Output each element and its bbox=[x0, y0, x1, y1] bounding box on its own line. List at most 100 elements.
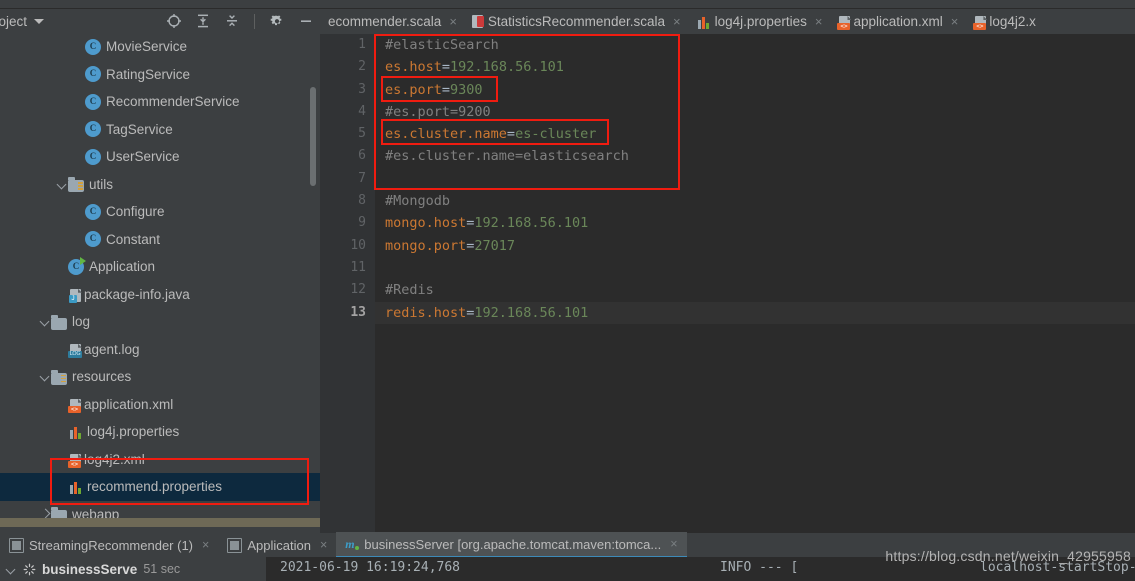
minimize-icon[interactable] bbox=[298, 13, 314, 29]
run-tab-label: StreamingRecommender (1) bbox=[29, 537, 194, 553]
console-line-2-left: 2021-06-19 16:19:24,768 bbox=[280, 560, 461, 575]
code-line[interactable] bbox=[375, 168, 1135, 190]
run-config-icon bbox=[9, 537, 24, 553]
chevron-down-icon[interactable] bbox=[40, 371, 51, 382]
close-icon[interactable]: × bbox=[449, 14, 457, 29]
run-process-tree[interactable]: businessServe 51 sec bbox=[0, 557, 266, 581]
tree-row[interactable]: utils bbox=[0, 171, 320, 199]
code-line[interactable]: mongo.port=27017 bbox=[375, 235, 1135, 257]
editor-tab[interactable]: log4j2.x bbox=[965, 9, 1043, 34]
tree-row[interactable]: log4j.properties bbox=[0, 418, 320, 446]
watermark-text: https://blog.csdn.net/weixin_42955958 bbox=[885, 548, 1131, 564]
folder-icon bbox=[51, 507, 67, 518]
tree-row[interactable]: log4j2.xml bbox=[0, 446, 320, 474]
editor-tab-label: StatisticsRecommender.scala bbox=[487, 14, 665, 29]
chevron-down-icon[interactable] bbox=[57, 179, 68, 190]
tree-row[interactable]: recommend.properties bbox=[0, 473, 320, 501]
close-icon[interactable]: × bbox=[202, 538, 209, 552]
editor-tab[interactable]: StatisticsRecommender.scala × bbox=[464, 9, 688, 34]
code-line[interactable]: es.host=192.168.56.101 bbox=[375, 56, 1135, 78]
tree-row[interactable]: Constant bbox=[0, 226, 320, 254]
idea-window: roject bbox=[0, 0, 1135, 581]
project-tree-scrollbar[interactable] bbox=[310, 87, 316, 186]
tree-row[interactable]: log bbox=[0, 308, 320, 336]
code-line[interactable] bbox=[375, 257, 1135, 279]
editor-tab[interactable]: log4j.properties × bbox=[688, 9, 830, 34]
class-icon bbox=[85, 65, 101, 83]
code-line[interactable]: es.cluster.name=es-cluster bbox=[375, 123, 1135, 145]
tree-row[interactable]: application.xml bbox=[0, 391, 320, 419]
editor-code[interactable]: #elasticSearch es.host=192.168.56.101 es.p… bbox=[375, 34, 1135, 533]
code-line[interactable]: #elasticSearch bbox=[375, 34, 1135, 56]
close-icon[interactable]: × bbox=[320, 538, 327, 552]
tree-row-label: MovieService bbox=[106, 39, 188, 55]
editor-tab-label: log4j2.x bbox=[989, 14, 1036, 29]
chevron-down-icon[interactable] bbox=[40, 316, 51, 327]
run-tab[interactable]: Application × bbox=[218, 533, 336, 557]
code-line[interactable]: #Mongodb bbox=[375, 190, 1135, 212]
tree-row[interactable]: Application bbox=[0, 253, 320, 281]
editor-tab-label: application.xml bbox=[853, 14, 943, 29]
maven-icon: m bbox=[345, 537, 360, 551]
run-tab[interactable]: StreamingRecommender (1) × bbox=[0, 533, 218, 557]
tree-row-label: UserService bbox=[106, 149, 180, 165]
tree-row[interactable]: UserService bbox=[0, 143, 320, 171]
xml-file-icon bbox=[68, 398, 81, 413]
project-panel-title[interactable]: roject bbox=[0, 14, 45, 29]
close-icon[interactable]: × bbox=[673, 14, 681, 29]
code-line[interactable]: #es.port=9200 bbox=[375, 101, 1135, 123]
line-number: 7 bbox=[358, 170, 366, 186]
chevron-right-icon[interactable] bbox=[40, 509, 51, 518]
project-panel-header: roject bbox=[0, 9, 320, 33]
tree-row[interactable]: resources bbox=[0, 363, 320, 391]
close-icon[interactable]: × bbox=[670, 537, 677, 551]
gear-icon[interactable] bbox=[269, 13, 285, 29]
line-number: 8 bbox=[358, 193, 366, 209]
window-top-strip bbox=[0, 0, 1135, 9]
scala-file-icon bbox=[471, 15, 484, 28]
expand-all-icon[interactable] bbox=[224, 13, 240, 29]
properties-icon bbox=[69, 426, 83, 440]
tree-row[interactable]: webapp bbox=[0, 501, 320, 518]
console-line-1-right: INFO --- [ bbox=[720, 557, 798, 559]
chevron-down-icon[interactable] bbox=[6, 564, 17, 575]
tree-row[interactable]: RatingService bbox=[0, 61, 320, 89]
line-number: 1 bbox=[358, 37, 366, 52]
properties-icon bbox=[69, 481, 83, 495]
code-line[interactable]: redis.host=192.168.56.101 bbox=[375, 301, 1135, 324]
line-number: 5 bbox=[358, 126, 366, 142]
code-token: mongo.port bbox=[385, 237, 467, 254]
locate-icon[interactable] bbox=[166, 13, 182, 29]
tree-row[interactable]: agent.log bbox=[0, 336, 320, 364]
code-token: 9300 bbox=[450, 81, 483, 98]
tree-row[interactable]: package-info.java bbox=[0, 281, 320, 309]
tree-row[interactable]: MovieService bbox=[0, 33, 320, 61]
project-tree[interactable]: MovieService RatingService RecommenderServ… bbox=[0, 33, 320, 518]
tree-row-label: RecommenderService bbox=[106, 94, 240, 110]
line-number: 6 bbox=[358, 148, 366, 164]
line-number: 12 bbox=[350, 282, 366, 298]
editor-tab-bar[interactable]: ecommender.scala × StatisticsRecommender.s… bbox=[320, 9, 1135, 34]
tree-row[interactable]: TagService bbox=[0, 116, 320, 144]
run-elapsed-time: 51 sec bbox=[143, 562, 181, 576]
run-tab[interactable]: m businessServer [org.apache.tomcat.maven… bbox=[336, 532, 687, 558]
code-line[interactable]: mongo.host=192.168.56.101 bbox=[375, 212, 1135, 234]
code-line[interactable]: #es.cluster.name=elasticsearch bbox=[375, 145, 1135, 167]
editor-tab[interactable]: application.xml × bbox=[829, 9, 965, 34]
close-icon[interactable]: × bbox=[951, 14, 959, 29]
code-line[interactable]: #Redis bbox=[375, 279, 1135, 301]
tree-row-label: recommend.properties bbox=[87, 479, 223, 495]
editor-tab[interactable]: ecommender.scala × bbox=[320, 9, 464, 34]
tree-row[interactable]: Configure bbox=[0, 198, 320, 226]
code-token: es.host bbox=[385, 59, 442, 76]
tree-row[interactable]: RecommenderService bbox=[0, 88, 320, 116]
code-line[interactable]: es.port=9300 bbox=[375, 79, 1135, 101]
code-token: 192.168.56.101 bbox=[474, 215, 589, 232]
collapse-all-icon[interactable] bbox=[195, 13, 211, 29]
close-icon[interactable]: × bbox=[815, 14, 823, 29]
run-config-icon bbox=[227, 537, 243, 553]
